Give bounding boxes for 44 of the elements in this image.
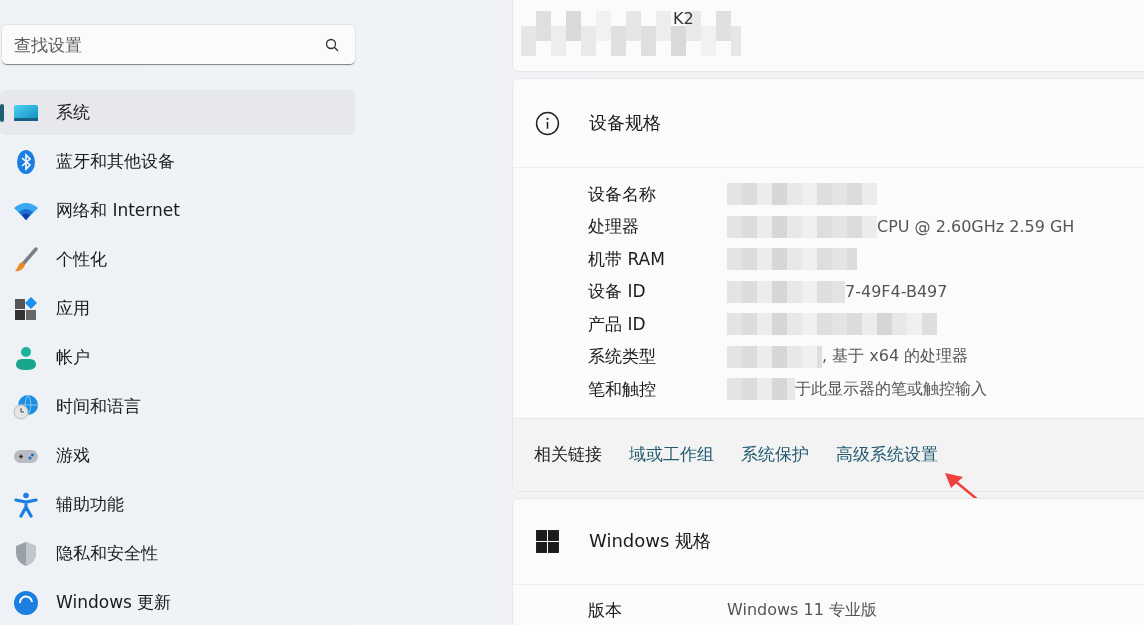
section-title: 设备规格 [589,111,661,135]
sidebar-item[interactable]: Windows 更新 [0,580,355,625]
spec-value: 7-49F4-B497 [845,282,948,302]
sidebar-item[interactable]: 游戏 [0,433,355,478]
spec-label: 处理器 [588,215,640,239]
spec-value: , 基于 x64 的处理器 [822,346,969,368]
person-icon [13,344,39,371]
shield-icon [13,540,39,567]
spec-label: 机带 RAM [588,247,666,271]
info-icon [535,110,560,136]
search-field[interactable]: 查找设置 [2,25,355,65]
spec-value: 于此显示器的笔或触控输入 [795,378,987,400]
spec-label: 设备名称 [588,182,657,206]
search-icon [325,38,339,52]
sidebar-item[interactable]: 辅助功能 [0,482,355,527]
sidebar-item[interactable]: 时间和语言 [0,384,355,429]
redaction-mosaic [727,378,795,401]
section-title: Windows 规格 [589,529,712,553]
sidebar-item[interactable]: 个性化 [0,237,355,282]
spec-label: 设备 ID [588,280,647,304]
paintbrush-icon [13,246,39,273]
sidebar-item[interactable]: 网络和 Internet [0,188,355,233]
related-link[interactable]: 域或工作组 [629,443,714,466]
sidebar-item[interactable]: 蓝牙和其他设备 [0,139,355,184]
sidebar-item[interactable]: 系统 [0,90,355,135]
sidebar-item[interactable]: 隐私和安全性 [0,531,355,576]
related-links-label: 相关链接 [534,443,602,466]
sidebar-item[interactable]: 帐户 [0,335,355,380]
spec-value: Windows 11 专业版 [727,600,877,621]
globe-clock-icon [13,393,39,420]
selection-indicator [0,104,4,122]
spec-label: 笔和触控 [588,377,657,401]
spec-label: 系统类型 [588,345,657,369]
spec-value: CPU @ 2.60GHz 2.59 GH [877,217,1075,237]
sidebar-item[interactable]: 应用 [0,286,355,331]
device-name: K2 [673,9,694,28]
related-link[interactable]: 高级系统设置 [836,443,938,466]
spec-label: 产品 ID [588,312,647,336]
update-icon [13,589,39,616]
related-link[interactable]: 系统保护 [741,443,809,466]
spec-label: 版本 [588,599,623,622]
apps-icon [13,295,39,322]
accessibility-icon [13,491,39,518]
windows-logo-icon [535,528,560,554]
